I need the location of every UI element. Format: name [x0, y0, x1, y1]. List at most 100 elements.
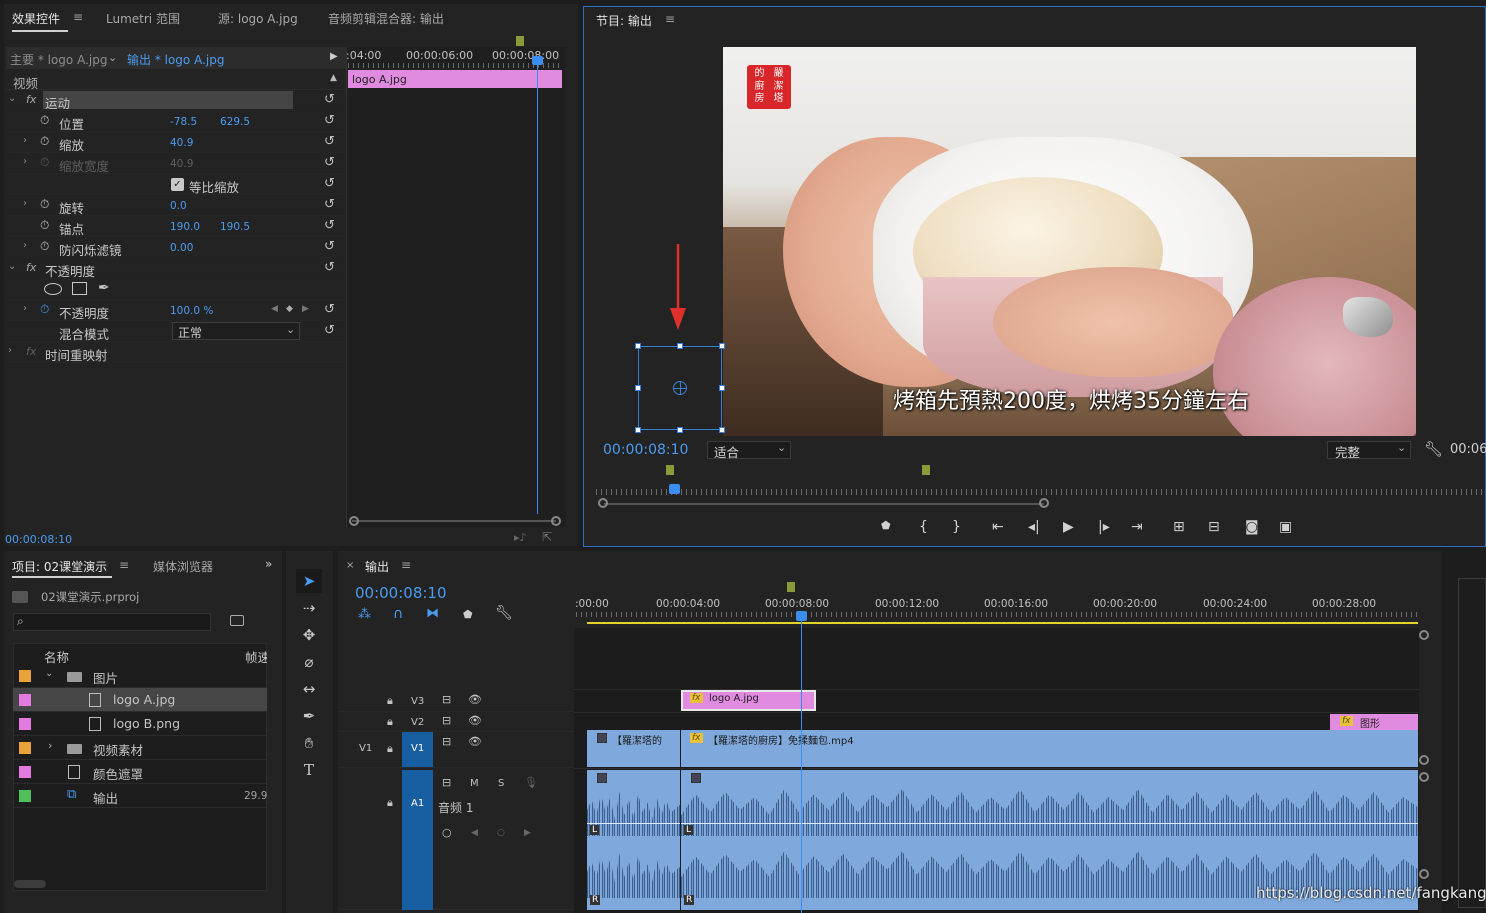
sync-lock-icon[interactable]: ⊟: [442, 693, 451, 706]
twirl-right-icon[interactable]: ›: [23, 198, 27, 209]
reset-icon[interactable]: ↺: [324, 92, 335, 107]
zoom-handle-left[interactable]: [598, 498, 608, 508]
slip-tool-icon[interactable]: ↔: [296, 677, 322, 701]
position-y[interactable]: 629.5: [220, 116, 250, 128]
panel-menu-icon[interactable]: ≡: [119, 558, 129, 572]
razor-tool-icon[interactable]: ⌀: [296, 650, 322, 674]
tab-source[interactable]: 源: logo A.jpg: [218, 10, 298, 27]
twirl-right-icon[interactable]: ›: [23, 240, 27, 251]
label-color-swatch[interactable]: [19, 766, 31, 778]
pen-mask-icon[interactable]: ✒: [98, 280, 110, 296]
effect-scrollbar[interactable]: [352, 520, 556, 522]
bbox-handle[interactable]: [719, 427, 725, 433]
add-marker-icon[interactable]: ⬟: [463, 608, 473, 621]
effect-playhead-line[interactable]: [537, 62, 538, 514]
add-keyframe-icon[interactable]: ◆: [286, 304, 293, 314]
close-icon[interactable]: ×: [346, 560, 354, 571]
list-item[interactable]: ⧉ 输出 29.97: [13, 784, 267, 808]
next-keyframe-icon[interactable]: ▶: [524, 828, 531, 838]
reset-icon[interactable]: ↺: [324, 302, 335, 317]
scroll-handle-right[interactable]: [551, 516, 561, 526]
list-item[interactable]: logo A.jpg: [13, 688, 267, 712]
snap-icon[interactable]: ∩: [393, 606, 403, 622]
overflow-icon[interactable]: »: [265, 557, 272, 571]
eye-icon[interactable]: 👁︎: [468, 714, 482, 727]
eye-icon[interactable]: 👁︎: [468, 735, 482, 748]
clip-audio-1[interactable]: L R: [587, 770, 680, 910]
list-item[interactable]: ⌄ 图片: [13, 664, 267, 688]
chevron-down-icon[interactable]: ⌄: [108, 51, 117, 64]
filter-icon[interactable]: ▸♪: [514, 531, 527, 544]
twirl-down-icon[interactable]: ⌄: [45, 668, 53, 679]
add-marker-icon[interactable]: ⬟: [881, 519, 891, 532]
timeline-timecode[interactable]: 00:00:08:10: [355, 584, 447, 602]
stopwatch-icon[interactable]: ⏱: [40, 197, 49, 212]
mark-in-icon[interactable]: {: [919, 519, 928, 535]
play-icon[interactable]: ▶: [1063, 519, 1074, 535]
collapse-up-icon[interactable]: ▲: [330, 73, 337, 83]
mute-button[interactable]: M: [470, 778, 479, 789]
prev-keyframe-icon[interactable]: ◀: [471, 828, 478, 838]
tab-audio-mixer[interactable]: 音频剪辑混合器: 输出: [328, 10, 444, 27]
bbox-handle[interactable]: [677, 427, 683, 433]
go-to-out-icon[interactable]: ⇥: [1131, 519, 1143, 535]
stopwatch-icon[interactable]: ⏱: [40, 302, 49, 317]
nest-icon[interactable]: ⁂: [358, 607, 371, 622]
stopwatch-icon[interactable]: ⏱: [40, 134, 49, 149]
timeline-tab[interactable]: 输出: [365, 558, 389, 575]
reset-icon[interactable]: ↺: [324, 134, 335, 149]
program-timecode[interactable]: 00:00:08:10: [603, 442, 688, 458]
reset-icon[interactable]: ↺: [324, 260, 335, 275]
bbox-handle[interactable]: [719, 385, 725, 391]
selection-tool-icon[interactable]: ➤: [296, 569, 322, 593]
master-label[interactable]: 主要 * logo A.jpg: [10, 51, 107, 68]
export-frame-icon[interactable]: ⇱: [542, 530, 552, 544]
reset-icon[interactable]: ↺: [324, 197, 335, 212]
opacity-value[interactable]: 100.0 %: [170, 305, 213, 317]
next-keyframe-icon[interactable]: ▶: [302, 304, 309, 314]
scroll-handle-left[interactable]: [349, 516, 359, 526]
program-video-frame[interactable]: 的 嚴 廚 潔 房 塔 烤箱先預熱200度，烘烤35分鐘左右: [723, 47, 1416, 436]
program-title[interactable]: 节目: 输出: [596, 12, 652, 29]
play-only-icon[interactable]: ▶: [330, 51, 338, 62]
twirl-right-icon[interactable]: ›: [48, 739, 52, 752]
reset-icon[interactable]: ↺: [324, 176, 335, 191]
linked-selection-icon[interactable]: ⧓: [426, 606, 439, 621]
microphone-icon[interactable]: 🎙︎: [524, 776, 538, 789]
rotation-value[interactable]: 0.0: [170, 200, 187, 212]
opacity-group-row[interactable]: ⌄ fx 不透明度 ↺: [6, 258, 346, 279]
tab-media-browser[interactable]: 媒体浏览器: [153, 558, 213, 575]
work-area-bar[interactable]: [587, 622, 1418, 624]
zoom-handle-right[interactable]: [1039, 498, 1049, 508]
eye-icon[interactable]: 👁︎: [468, 693, 482, 706]
position-x[interactable]: -78.5: [170, 116, 197, 128]
stopwatch-icon[interactable]: ⏱: [40, 218, 49, 233]
wrench-icon[interactable]: 🔧︎: [495, 605, 513, 621]
v-zoom-handle[interactable]: [1419, 755, 1429, 765]
timeline-playhead-line[interactable]: [801, 616, 802, 913]
twirl-right-icon[interactable]: ›: [23, 135, 27, 146]
stopwatch-icon[interactable]: ⏱: [40, 239, 49, 254]
bbox-handle[interactable]: [677, 343, 683, 349]
program-playhead[interactable]: [669, 484, 680, 494]
twirl-right-icon[interactable]: ›: [8, 345, 12, 356]
tab-effect-controls[interactable]: 效果控件: [12, 10, 60, 27]
panel-menu-icon[interactable]: ≡: [401, 558, 411, 572]
effect-playhead-handle[interactable]: [532, 56, 543, 65]
track-target-a1[interactable]: [402, 770, 433, 910]
reset-icon[interactable]: ↺: [324, 218, 335, 233]
v-zoom-handle[interactable]: [1419, 630, 1429, 640]
sequence-label[interactable]: 输出 * logo A.jpg: [127, 51, 224, 68]
extract-icon[interactable]: ⊟: [1208, 519, 1220, 535]
hand-tool-icon[interactable]: ✋︎: [296, 731, 322, 755]
search-input[interactable]: [13, 613, 211, 631]
twirl-down-icon[interactable]: ⌄: [8, 93, 16, 104]
ripple-edit-tool-icon[interactable]: ✥: [296, 623, 322, 647]
project-scrollbar[interactable]: [14, 880, 46, 888]
sync-lock-icon[interactable]: ⊟: [442, 776, 451, 789]
timeline-playhead-handle[interactable]: [796, 611, 807, 621]
comparison-view-icon[interactable]: ▣: [1279, 519, 1292, 535]
sync-lock-icon[interactable]: ⊟: [442, 735, 451, 748]
list-item[interactable]: 颜色遮罩: [13, 760, 267, 784]
lock-icon[interactable]: 🔒︎: [387, 715, 393, 729]
